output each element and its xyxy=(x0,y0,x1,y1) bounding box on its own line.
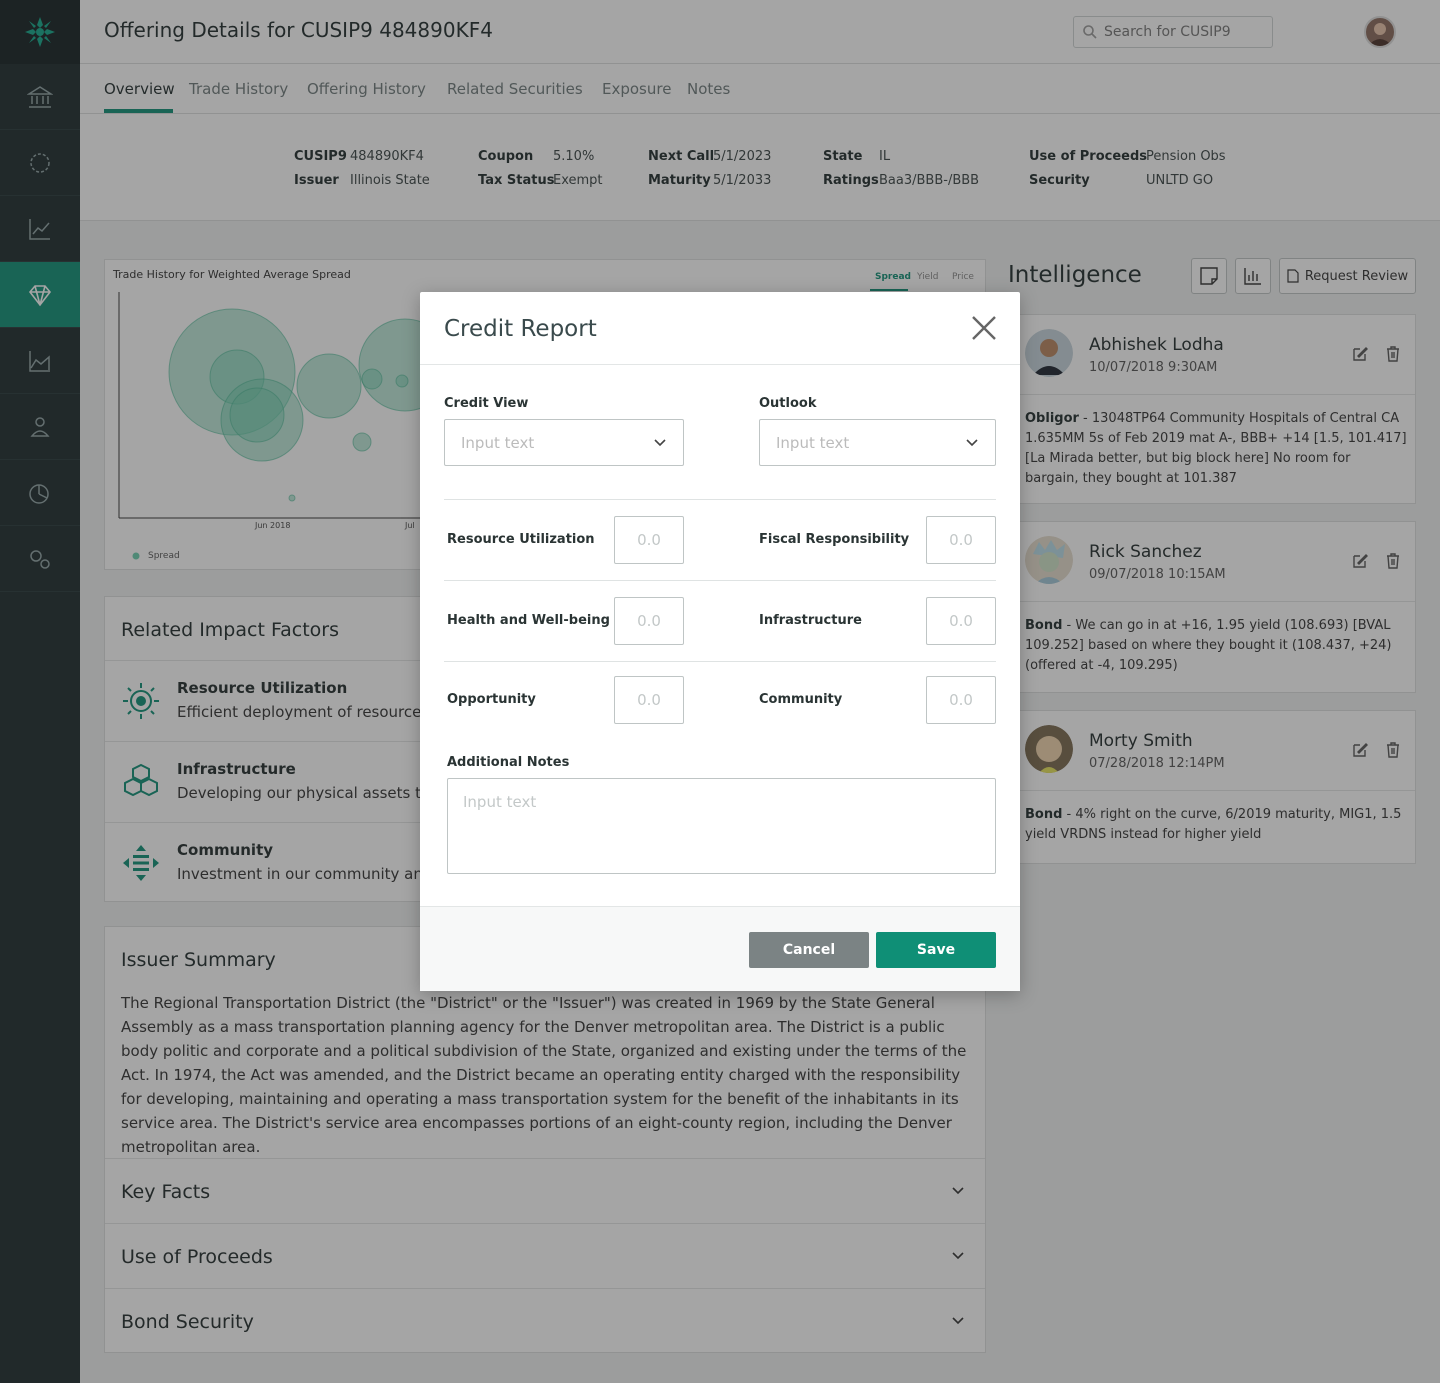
outlook-select[interactable]: Input text xyxy=(759,419,996,466)
community-label: Community xyxy=(759,692,843,707)
credit-report-modal: Credit Report Credit View Input text Out… xyxy=(420,292,1020,991)
close-icon[interactable] xyxy=(968,312,1000,344)
outlook-label: Outlook xyxy=(759,396,817,411)
divider xyxy=(444,499,996,500)
save-button[interactable]: Save xyxy=(876,932,996,968)
chevron-down-icon xyxy=(654,439,666,447)
opportunity-input[interactable] xyxy=(614,676,684,724)
credit-view-label: Credit View xyxy=(444,396,529,411)
credit-view-select[interactable]: Input text xyxy=(444,419,684,466)
divider xyxy=(444,661,996,662)
outlook-placeholder: Input text xyxy=(776,433,850,452)
modal-header: Credit Report xyxy=(420,292,1020,365)
resource-utilization-input[interactable] xyxy=(614,516,684,564)
resource-utilization-label: Resource Utilization xyxy=(447,532,595,547)
modal-footer: Cancel Save xyxy=(420,906,1020,991)
fiscal-responsibility-input[interactable] xyxy=(926,516,996,564)
additional-notes-label: Additional Notes xyxy=(447,755,570,770)
chevron-down-icon xyxy=(966,439,978,447)
opportunity-label: Opportunity xyxy=(447,692,536,707)
community-input[interactable] xyxy=(926,676,996,724)
infrastructure-input[interactable] xyxy=(926,597,996,645)
modal-title: Credit Report xyxy=(444,316,597,342)
credit-view-placeholder: Input text xyxy=(461,433,535,452)
health-wellbeing-label: Health and Well-being xyxy=(447,613,610,628)
cancel-button[interactable]: Cancel xyxy=(749,932,869,968)
health-wellbeing-input[interactable] xyxy=(614,597,684,645)
divider xyxy=(444,580,996,581)
fiscal-responsibility-label: Fiscal Responsibility xyxy=(759,532,910,547)
additional-notes-textarea[interactable] xyxy=(447,778,996,874)
infrastructure-label: Infrastructure xyxy=(759,613,862,628)
